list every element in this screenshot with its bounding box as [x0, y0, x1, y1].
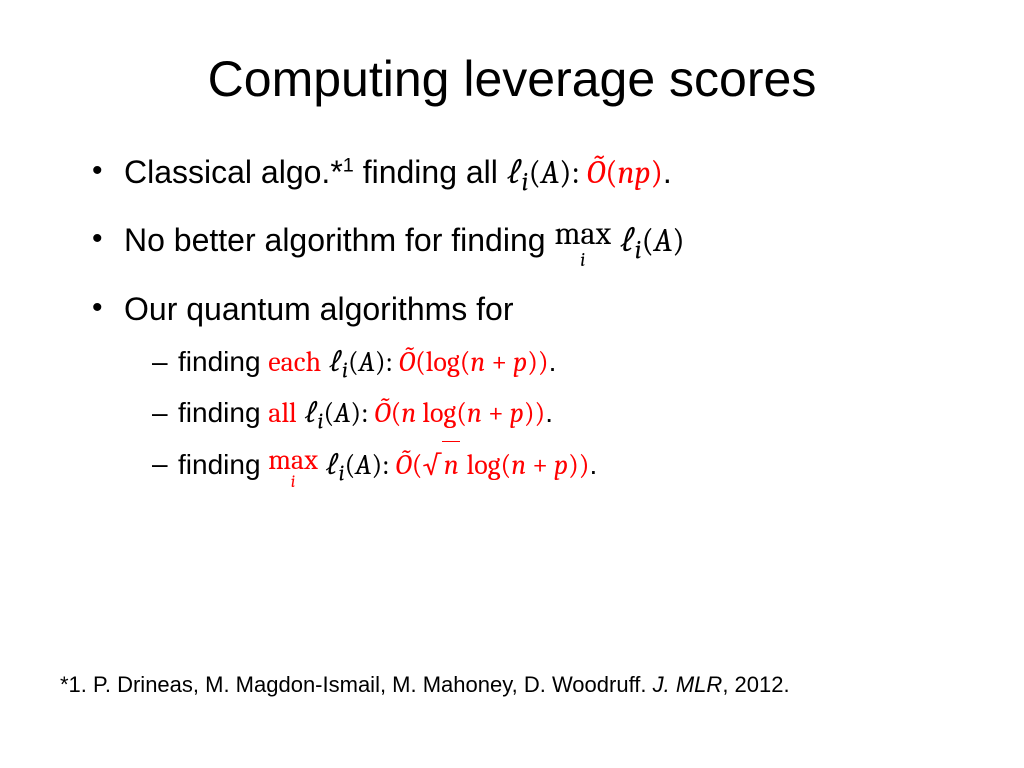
text: finding all — [354, 154, 507, 190]
text: finding — [178, 346, 268, 377]
math-paren: ( — [501, 449, 512, 481]
text: . — [589, 449, 597, 480]
math-paren: ( — [391, 397, 402, 429]
text: finding — [178, 397, 268, 428]
sub-finding-each: finding each ℓi(A): Õ(log(n + p)). — [152, 339, 964, 390]
math-A: A — [334, 397, 350, 429]
math-max: maxi — [554, 218, 611, 270]
math-p: p — [554, 449, 568, 481]
text: Our quantum algorithms for — [124, 291, 514, 327]
footnote-marker: 1 — [343, 154, 354, 176]
max-top: max — [268, 446, 317, 474]
math-ell: ℓ — [620, 222, 635, 259]
sp — [611, 222, 620, 258]
footnote-journal: J. MLR — [653, 672, 723, 697]
math-max: maxi — [268, 446, 317, 491]
math-plus: + — [485, 346, 513, 378]
text: . — [549, 346, 557, 377]
math-paren: ( — [345, 449, 356, 481]
sp — [318, 449, 326, 480]
text: finding — [178, 449, 268, 480]
slide-title: Computing leverage scores — [60, 50, 964, 108]
math-close: ): — [350, 397, 374, 429]
math-plus: + — [526, 449, 554, 481]
bullet-quantum: Our quantum algorithms for finding each … — [92, 285, 964, 493]
math-ell: ℓ — [326, 449, 339, 481]
math-paren: ) — [527, 346, 538, 378]
footnote-authors: P. Drineas, M. Magdon-Ismail, M. Mahoney… — [93, 672, 653, 697]
sub-bullet-list: finding each ℓi(A): Õ(log(n + p)). findi… — [152, 339, 964, 493]
math-paren: ) — [568, 449, 579, 481]
math-paren: ( — [460, 346, 471, 378]
math-paren: ( — [415, 346, 426, 378]
math-ell: ℓ — [329, 346, 342, 378]
math-plus: + — [482, 397, 510, 429]
math-sqrt-n: n — [442, 441, 460, 488]
math-paren: ( — [412, 449, 423, 481]
math-log: log — [422, 397, 456, 429]
math-np: np — [618, 154, 651, 191]
math-close: ): — [371, 449, 395, 481]
math-p: p — [510, 397, 524, 429]
math-paren: ) — [535, 397, 546, 429]
math-n: n — [470, 346, 485, 378]
math-n: n — [401, 397, 416, 429]
sp — [321, 346, 329, 377]
math-close: ): — [559, 154, 586, 191]
footnote-year: , 2012. — [722, 672, 789, 697]
math-A: A — [541, 154, 560, 191]
math-tilde-O: Õ — [374, 397, 390, 429]
math-A: A — [359, 346, 375, 378]
text: Classical algo.* — [124, 154, 343, 190]
math-sub-i: i — [522, 166, 529, 197]
math-tilde-O: Õ — [395, 449, 411, 481]
math-paren: ) — [524, 397, 535, 429]
max-top: max — [554, 218, 611, 250]
math-n: n — [511, 449, 526, 481]
math-p: p — [513, 346, 527, 378]
footnote-marker: *1. — [60, 672, 93, 697]
math-ell: ℓ — [507, 154, 522, 191]
max-sub: i — [268, 474, 317, 491]
word-all: all — [268, 397, 296, 429]
math-sub-i: i — [635, 235, 642, 266]
math-paren: ( — [605, 154, 617, 191]
bullet-no-better: No better algorithm for finding maxi ℓi(… — [92, 216, 964, 270]
math-paren: ( — [323, 397, 334, 429]
slide: Computing leverage scores Classical algo… — [0, 0, 1024, 768]
text: . — [545, 397, 553, 428]
word-each: each — [268, 346, 321, 378]
math-paren: ) — [672, 222, 684, 259]
math-paren: ( — [348, 346, 359, 378]
text: . — [663, 154, 672, 190]
math-A: A — [654, 222, 673, 259]
math-paren: ( — [529, 154, 541, 191]
math-A: A — [355, 449, 371, 481]
math-log: log — [467, 449, 501, 481]
math-ell: ℓ — [304, 397, 317, 429]
bullet-list: Classical algo.*1 finding all ℓi(A): Õ(n… — [92, 148, 964, 493]
math-paren: ( — [456, 397, 467, 429]
math-close: ): — [375, 346, 399, 378]
math-tilde-O: Õ — [587, 154, 606, 191]
math-tilde-O: Õ — [399, 346, 415, 378]
sub-finding-max: finding maxi ℓi(A): Õ(√n log(n + p)). — [152, 441, 964, 493]
text: No better algorithm for finding — [124, 222, 554, 258]
bullet-classical: Classical algo.*1 finding all ℓi(A): Õ(n… — [92, 148, 964, 202]
math-sqrt: n — [441, 441, 461, 488]
math-paren: ) — [579, 449, 590, 481]
sub-finding-all: finding all ℓi(A): Õ(n log(n + p)). — [152, 390, 964, 441]
math-paren: ) — [538, 346, 549, 378]
math-paren: ) — [651, 154, 663, 191]
math-log: log — [426, 346, 460, 378]
max-sub: i — [554, 250, 611, 270]
math-paren: ( — [642, 222, 654, 259]
footnote: *1. P. Drineas, M. Magdon-Ismail, M. Mah… — [60, 672, 790, 698]
math-sqrt-sym: √ — [422, 449, 440, 481]
math-n: n — [467, 397, 482, 429]
